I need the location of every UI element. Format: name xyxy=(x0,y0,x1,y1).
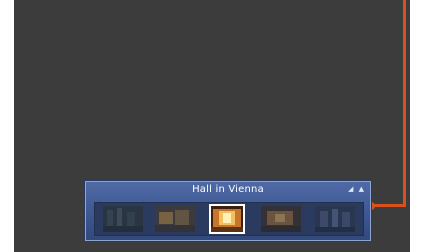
thumbnail-orange-hall[interactable] xyxy=(261,206,301,232)
scene-selector-panel: Hall in Vienna ◢ ▲ xyxy=(85,181,371,241)
callout-line xyxy=(403,0,406,206)
thumbnail-golden-hall[interactable] xyxy=(209,204,245,234)
resize-icon[interactable]: ◢ xyxy=(348,185,353,193)
thumbnail-dark-hall[interactable] xyxy=(103,206,143,232)
thumbnail-warm-hall[interactable] xyxy=(155,206,195,232)
callout-line-horizontal xyxy=(372,204,406,207)
screenshot-stage: Hall in Vienna ◢ ▲ xyxy=(0,0,425,252)
thumbnail-blue-hall[interactable] xyxy=(315,206,355,232)
panel-controls: ◢ ▲ xyxy=(345,184,364,194)
thumbnail-strip xyxy=(94,202,364,236)
collapse-icon[interactable]: ▲ xyxy=(359,185,364,193)
panel-title: Hall in Vienna xyxy=(192,184,264,195)
